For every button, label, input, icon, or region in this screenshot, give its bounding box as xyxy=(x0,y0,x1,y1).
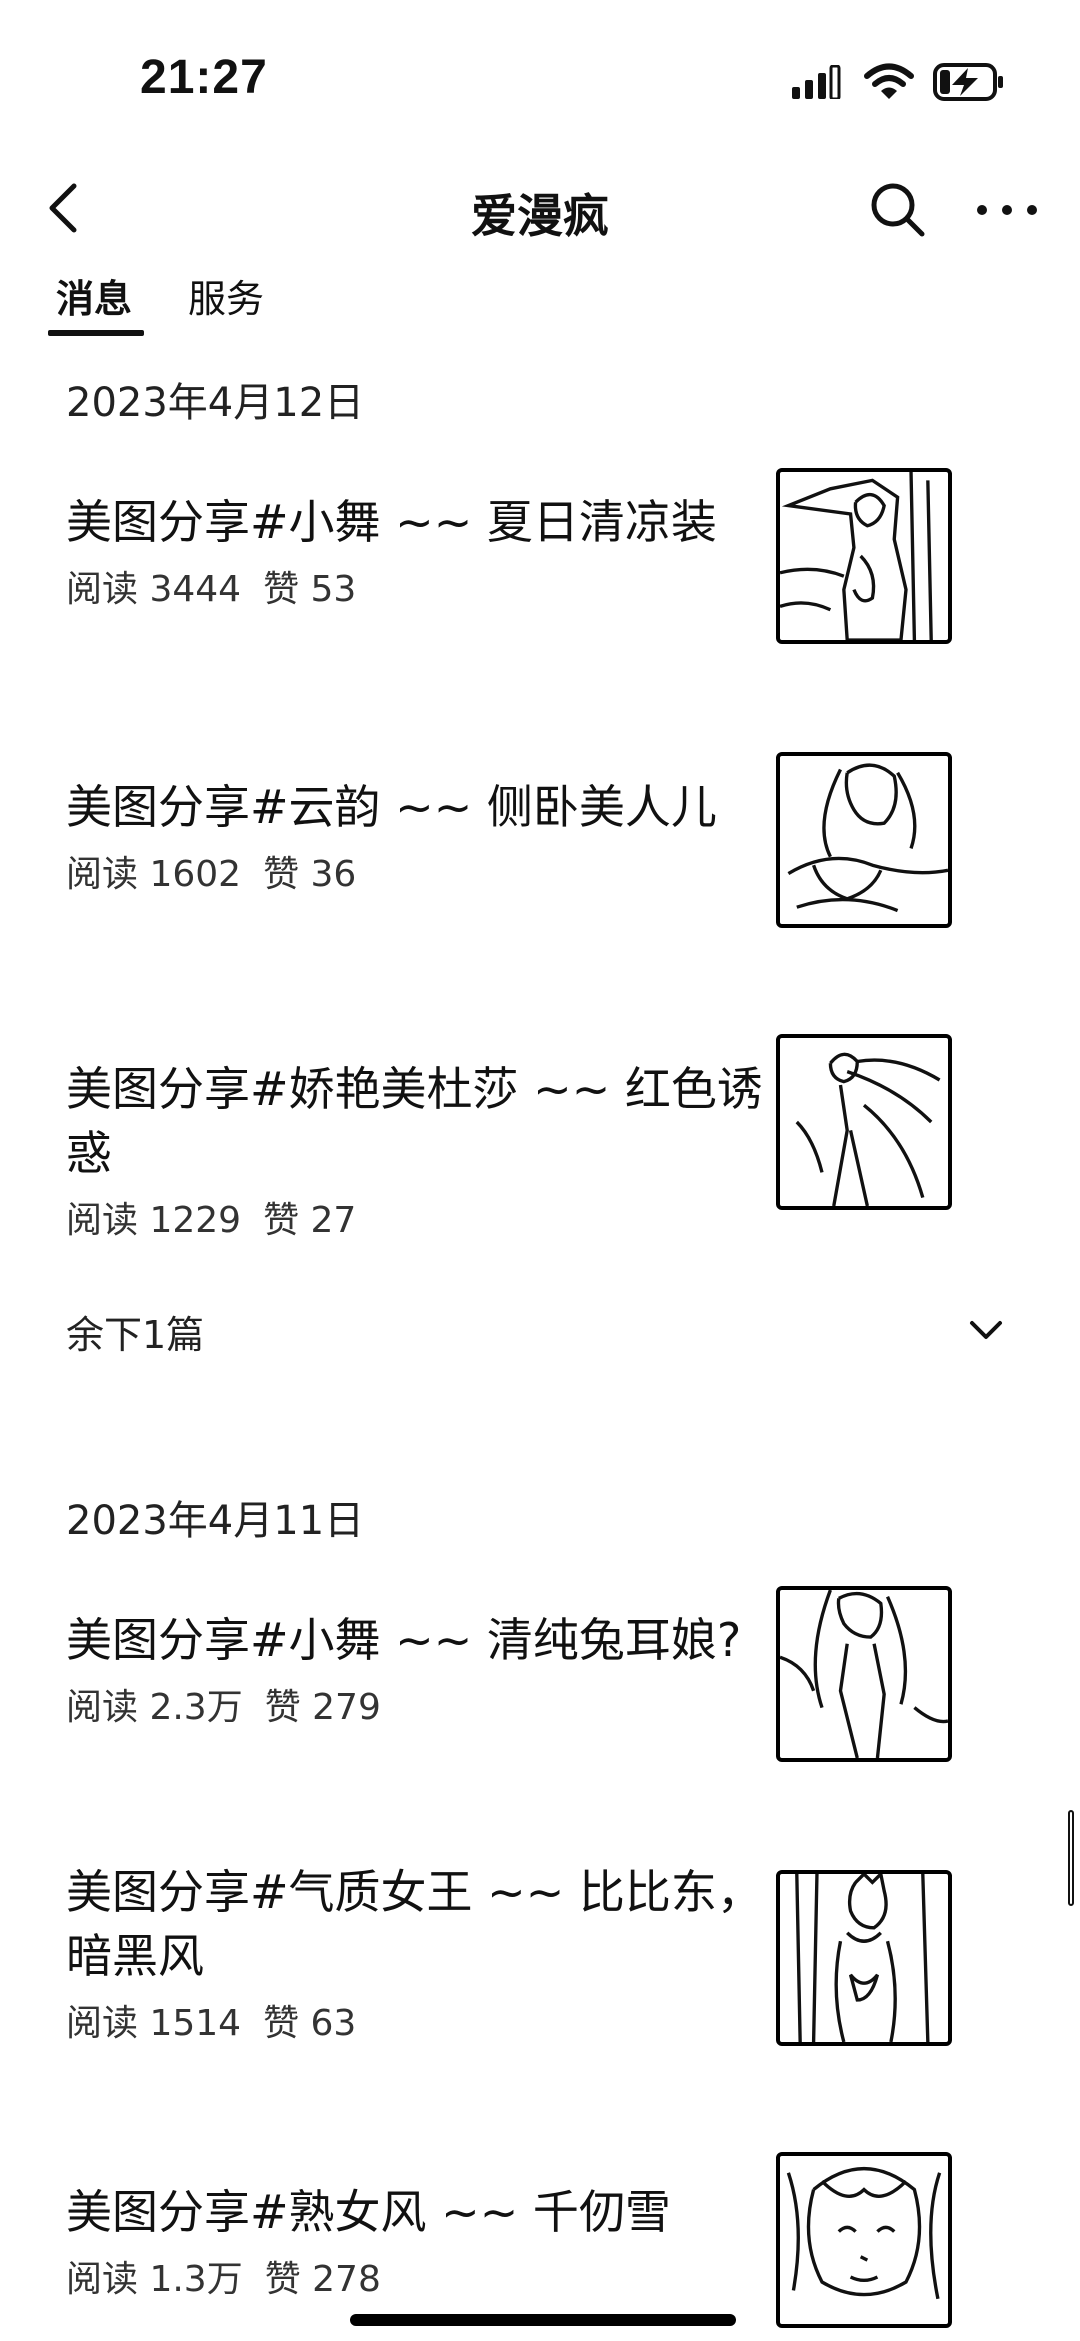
battery-charging-icon xyxy=(933,63,1003,101)
active-tab-indicator xyxy=(48,330,144,336)
article-title: 美图分享#小舞 ~~ 清纯兔耳娘? xyxy=(66,1613,742,1667)
more-label: 余下1篇 xyxy=(66,1313,205,1357)
article-thumbnail[interactable] xyxy=(776,1586,952,1762)
like-count: 赞 279 xyxy=(264,1687,381,1728)
like-count: 赞 53 xyxy=(263,569,357,610)
article-thumbnail[interactable] xyxy=(776,1870,952,2046)
status-time: 21:27 xyxy=(140,51,268,104)
like-count: 赞 36 xyxy=(263,854,357,895)
expand-more-row[interactable]: 余下1篇 xyxy=(66,1300,1016,1360)
read-count: 阅读 3444 xyxy=(66,569,242,610)
status-bar: 21:27 xyxy=(0,0,1080,160)
more-icon[interactable] xyxy=(972,186,1042,234)
article-title: 美图分享#气质女王 ~~ 比比东，暗黑风 xyxy=(66,1865,763,1983)
read-count: 阅读 2.3万 xyxy=(66,1687,243,1728)
article-title: 美图分享#娇艳美杜莎 ~~ 红色诱惑 xyxy=(66,1062,763,1180)
article-title: 美图分享#小舞 ~~ 夏日清凉装 xyxy=(66,495,717,549)
thumbnail-image xyxy=(795,1874,930,2042)
cellular-signal-icon xyxy=(792,65,841,99)
read-count: 阅读 1602 xyxy=(66,854,242,895)
article-thumbnail[interactable] xyxy=(776,2152,952,2328)
like-count: 赞 278 xyxy=(264,2259,381,2300)
article-thumbnail[interactable] xyxy=(776,468,952,644)
tab-services[interactable]: 服务 xyxy=(188,268,264,323)
scrollbar[interactable] xyxy=(1068,1810,1074,1906)
article-title: 美图分享#云韵 ~~ 侧卧美人儿 xyxy=(66,780,717,834)
like-count: 赞 27 xyxy=(263,1200,357,1241)
date-header: 2023年4月11日 xyxy=(66,1498,365,1544)
article-thumbnail[interactable] xyxy=(776,752,952,928)
wifi-icon xyxy=(864,63,914,99)
like-count: 赞 63 xyxy=(263,2003,357,2044)
search-icon[interactable] xyxy=(866,178,930,242)
status-icons xyxy=(790,58,1006,106)
home-indicator[interactable] xyxy=(350,2314,736,2326)
tab-bar: 消息 服务 xyxy=(0,260,1080,340)
nav-bar: 爱漫疯 xyxy=(0,160,1080,260)
thumbnail-image xyxy=(786,2166,942,2300)
read-count: 阅读 1.3万 xyxy=(66,2259,243,2300)
thumbnail-image xyxy=(787,763,948,913)
chevron-down-icon xyxy=(970,1321,1002,1339)
article-title: 美图分享#熟女风 ~~ 千仞雪 xyxy=(66,2185,671,2239)
thumbnail-image xyxy=(780,472,933,640)
read-count: 阅读 1229 xyxy=(66,1200,242,1241)
tab-messages[interactable]: 消息 xyxy=(56,268,132,323)
date-header: 2023年4月12日 xyxy=(66,380,365,426)
read-count: 阅读 1514 xyxy=(66,2003,242,2044)
thumbnail-image xyxy=(795,1052,941,1206)
thumbnail-image xyxy=(780,1590,948,1758)
article-thumbnail[interactable] xyxy=(776,1034,952,1210)
